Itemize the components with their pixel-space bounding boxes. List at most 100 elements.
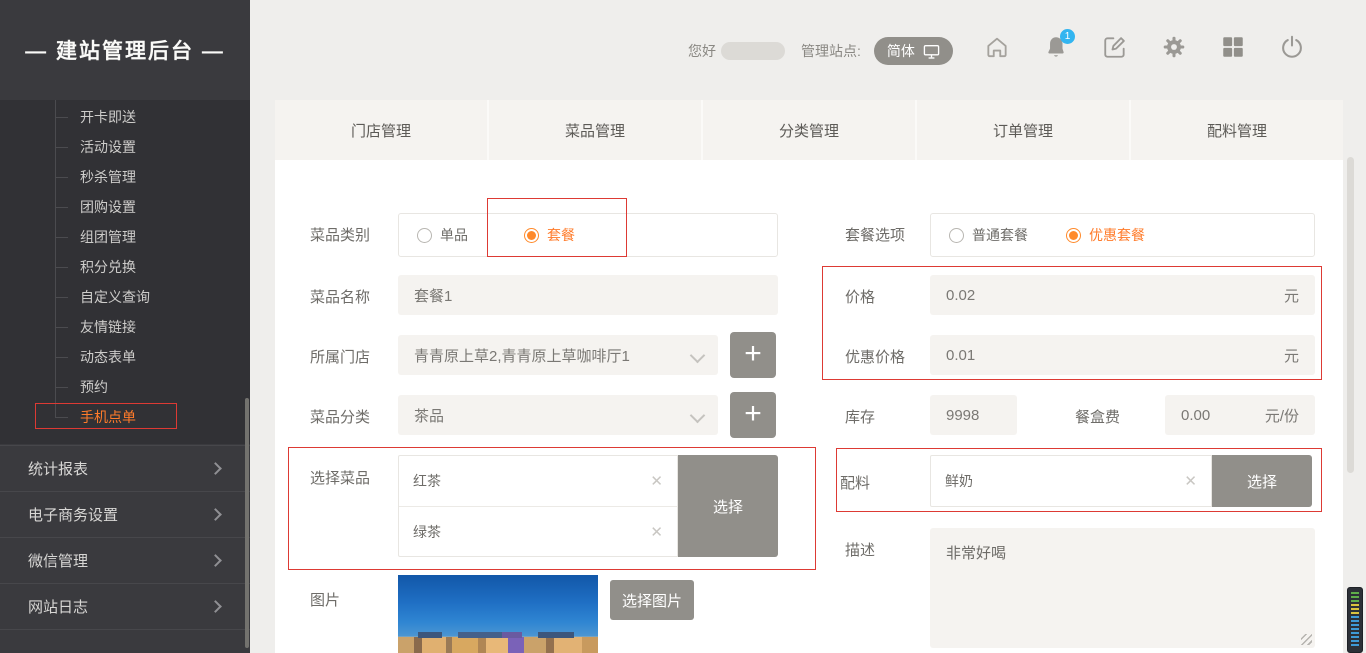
stock-value: 9998 bbox=[946, 407, 979, 424]
sidebar-item-seckill[interactable]: 秒杀管理 bbox=[0, 162, 250, 192]
chevron-right-icon bbox=[209, 508, 222, 521]
section-label: 统计报表 bbox=[28, 458, 88, 479]
sidebar-item-groupbuy[interactable]: 团购设置 bbox=[0, 192, 250, 222]
select-ingredient-button[interactable]: 选择 bbox=[1212, 455, 1312, 507]
meal-option-label: 套餐选项 bbox=[845, 224, 905, 245]
sidebar-section-stats[interactable]: 统计报表 bbox=[0, 445, 250, 491]
widget-stripes-blue bbox=[1351, 616, 1359, 648]
dish-image-preview bbox=[398, 575, 598, 653]
dish-name-value: 套餐1 bbox=[414, 285, 452, 306]
selected-dish-row: 红茶 ✕ bbox=[399, 456, 677, 506]
sidebar-item-points[interactable]: 积分兑换 bbox=[0, 252, 250, 282]
add-store-button[interactable]: + bbox=[730, 332, 776, 378]
edit-icon[interactable] bbox=[1102, 34, 1128, 60]
sidebar-section-sitelog[interactable]: 网站日志 bbox=[0, 583, 250, 629]
tab-category-manage[interactable]: 分类管理 bbox=[703, 100, 917, 160]
tab-order-manage[interactable]: 订单管理 bbox=[917, 100, 1131, 160]
sidebar-item-links[interactable]: 友情链接 bbox=[0, 312, 250, 342]
tab-dish-manage[interactable]: 菜品管理 bbox=[489, 100, 703, 160]
radio-single-dish[interactable]: 单品 bbox=[417, 225, 468, 245]
sidebar: — 建站管理后台 — 开卡即送 活动设置 秒杀管理 团购设置 组团管理 积分兑换… bbox=[0, 0, 250, 653]
site-label: 管理站点: bbox=[801, 41, 861, 61]
category-label: 菜品分类 bbox=[310, 406, 370, 427]
skyline-graphic bbox=[398, 637, 598, 653]
dish-name-input[interactable]: 套餐1 bbox=[398, 275, 778, 315]
user-area: 您好 管理站点: 简体 bbox=[688, 37, 953, 65]
radio-label: 普通套餐 bbox=[972, 225, 1028, 245]
remove-icon[interactable]: ✕ bbox=[650, 523, 663, 541]
sidebar-item-reservation[interactable]: 预约 bbox=[0, 372, 250, 402]
add-category-button[interactable]: + bbox=[730, 392, 776, 438]
radio-normal-meal[interactable]: 普通套餐 bbox=[949, 225, 1028, 245]
sidebar-item-dynamic-form[interactable]: 动态表单 bbox=[0, 342, 250, 372]
dish-name-label: 菜品名称 bbox=[310, 286, 370, 307]
radio-checked-icon bbox=[524, 228, 539, 243]
sidebar-item-activity[interactable]: 活动设置 bbox=[0, 132, 250, 162]
tab-store-manage[interactable]: 门店管理 bbox=[275, 100, 489, 160]
price-input[interactable]: 0.02 元 bbox=[930, 275, 1315, 315]
description-value: 非常好喝 bbox=[946, 545, 1006, 562]
sidebar-item-mobile-order[interactable]: 手机点单 bbox=[0, 402, 250, 432]
sidebar-section-ecommerce[interactable]: 电子商务设置 bbox=[0, 491, 250, 537]
topbar: 您好 管理站点: 简体 1 bbox=[250, 0, 1366, 100]
category-value: 茶品 bbox=[414, 405, 444, 426]
widget-stripes-green bbox=[1351, 592, 1359, 604]
language-label: 简体 bbox=[887, 41, 915, 61]
radio-label: 优惠套餐 bbox=[1089, 225, 1145, 245]
price-label: 价格 bbox=[845, 286, 875, 307]
price-value: 0.02 bbox=[946, 287, 975, 304]
app-title: — 建站管理后台 — bbox=[0, 0, 250, 100]
stock-input[interactable]: 9998 bbox=[930, 395, 1017, 435]
store-select[interactable]: 青青原上草2,青青原上草咖啡厅1 bbox=[398, 335, 718, 375]
discount-price-input[interactable]: 0.01 元 bbox=[930, 335, 1315, 375]
redacted-username bbox=[721, 42, 785, 60]
store-value: 青青原上草2,青青原上草咖啡厅1 bbox=[414, 345, 630, 366]
sidebar-item-custom-query[interactable]: 自定义查询 bbox=[0, 282, 250, 312]
power-icon[interactable] bbox=[1279, 34, 1305, 60]
radio-discount-meal[interactable]: 优惠套餐 bbox=[1066, 225, 1145, 245]
radio-label: 单品 bbox=[440, 225, 468, 245]
content-panel: 门店管理 菜品管理 分类管理 订单管理 配料管理 菜品类别 单品 套餐 菜品名称… bbox=[275, 100, 1343, 653]
language-button[interactable]: 简体 bbox=[874, 37, 953, 65]
notification-badge: 1 bbox=[1060, 29, 1075, 44]
radio-checked-icon bbox=[1066, 228, 1081, 243]
select-dish-button[interactable]: 选择 bbox=[678, 455, 778, 557]
box-fee-input[interactable]: 0.00 元/份 bbox=[1165, 395, 1315, 435]
apps-grid-icon[interactable] bbox=[1220, 34, 1246, 60]
discount-price-unit: 元 bbox=[1284, 345, 1299, 366]
monitor-icon bbox=[923, 44, 940, 59]
box-fee-label: 餐盒费 bbox=[1075, 406, 1120, 427]
header-icon-row: 1 bbox=[984, 34, 1305, 60]
radio-set-meal[interactable]: 套餐 bbox=[524, 225, 575, 245]
sidebar-item-card-gift[interactable]: 开卡即送 bbox=[0, 102, 250, 132]
bell-icon[interactable]: 1 bbox=[1043, 34, 1069, 60]
stock-label: 库存 bbox=[845, 406, 875, 427]
divider bbox=[0, 629, 250, 630]
widget-stripes-yellow bbox=[1351, 604, 1359, 616]
select-image-button[interactable]: 选择图片 bbox=[610, 580, 694, 620]
ingredient-row: 鲜奶 ✕ bbox=[931, 456, 1211, 506]
home-icon[interactable] bbox=[984, 34, 1010, 60]
description-textarea[interactable]: 非常好喝 bbox=[930, 528, 1315, 648]
sidebar-scrollbar[interactable] bbox=[245, 398, 249, 648]
meal-option-group: 普通套餐 优惠套餐 bbox=[930, 213, 1315, 257]
chevron-right-icon bbox=[209, 554, 222, 567]
selected-dish-list: 红茶 ✕ 绿茶 ✕ bbox=[398, 455, 678, 557]
dish-item-label: 绿茶 bbox=[413, 522, 441, 542]
ingredient-item-label: 鲜奶 bbox=[945, 471, 973, 491]
tabbar: 门店管理 菜品管理 分类管理 订单管理 配料管理 bbox=[275, 100, 1343, 160]
dish-type-label: 菜品类别 bbox=[310, 224, 370, 245]
sidebar-item-group-manage[interactable]: 组团管理 bbox=[0, 222, 250, 252]
category-select[interactable]: 茶品 bbox=[398, 395, 718, 435]
extension-widget[interactable] bbox=[1347, 587, 1363, 653]
section-label: 网站日志 bbox=[28, 596, 88, 617]
page-scrollbar[interactable] bbox=[1347, 157, 1354, 473]
remove-icon[interactable]: ✕ bbox=[650, 472, 663, 490]
image-label: 图片 bbox=[310, 589, 340, 610]
description-label: 描述 bbox=[845, 539, 875, 560]
remove-icon[interactable]: ✕ bbox=[1184, 472, 1197, 490]
gear-icon[interactable] bbox=[1161, 34, 1187, 60]
tab-ingredient-manage[interactable]: 配料管理 bbox=[1131, 100, 1343, 160]
section-label: 微信管理 bbox=[28, 550, 88, 571]
sidebar-section-wechat[interactable]: 微信管理 bbox=[0, 537, 250, 583]
